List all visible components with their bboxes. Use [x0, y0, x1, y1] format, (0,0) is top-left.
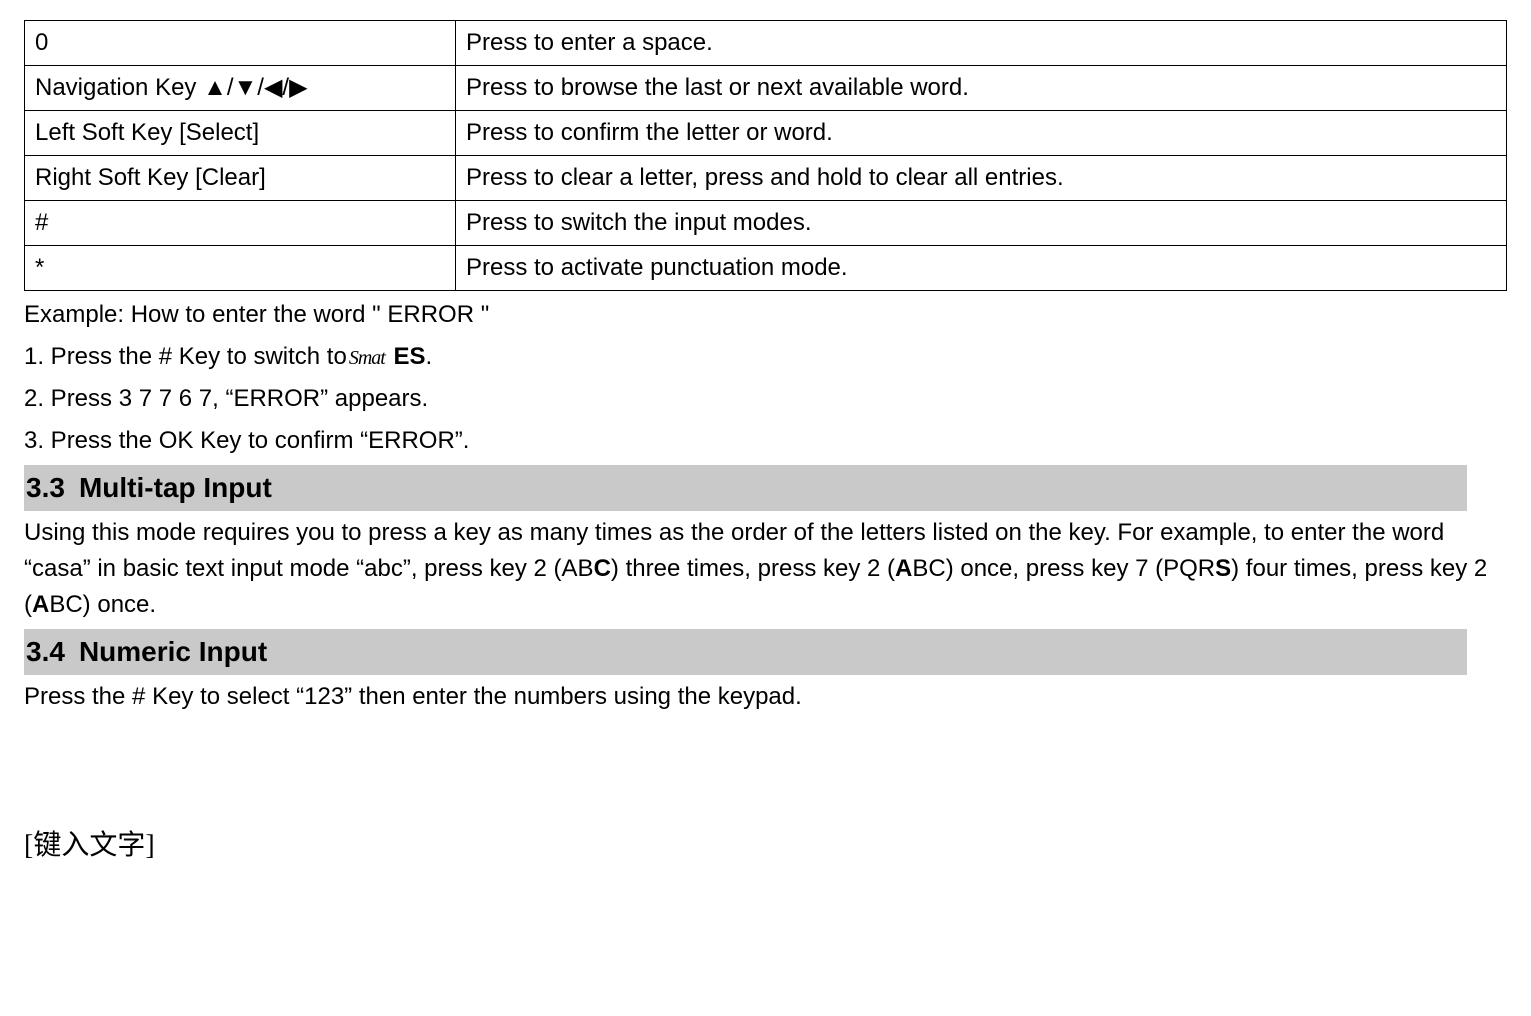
key-function-table: 0 Press to enter a space. Navigation Key…: [24, 20, 1507, 291]
section-34-body: Press the # Key to select “123” then ent…: [24, 679, 1507, 715]
key-cell: Right Soft Key [Clear]: [25, 156, 456, 201]
desc-cell: Press to switch the input modes.: [456, 201, 1507, 246]
desc-cell: Press to activate punctuation mode.: [456, 246, 1507, 291]
desc-cell: Press to enter a space.: [456, 21, 1507, 66]
step1-text-b: ES: [387, 343, 426, 370]
section-heading-numeric: 3.4 Numeric Input: [24, 629, 1467, 675]
desc-cell: Press to browse the last or next availab…: [456, 66, 1507, 111]
key-cell: 0: [25, 21, 456, 66]
body-text: BC) once, press key 7 (PQR: [912, 555, 1215, 582]
section-33-body: Using this mode requires you to press a …: [24, 515, 1507, 623]
table-row: * Press to activate punctuation mode.: [25, 246, 1507, 291]
body-bold: C: [594, 555, 611, 582]
section-number: 3.3: [26, 467, 65, 509]
section-number: 3.4: [26, 631, 65, 673]
table-row: 0 Press to enter a space.: [25, 21, 1507, 66]
example-step-3: 3. Press the OK Key to confirm “ERROR”.: [24, 423, 1507, 459]
step1-text-c: .: [426, 343, 433, 370]
footer-placeholder: [键入文字]: [24, 825, 1507, 867]
key-cell: #: [25, 201, 456, 246]
example-step-2: 2. Press 3 7 7 6 7, “ERROR” appears.: [24, 381, 1507, 417]
key-cell: Left Soft Key [Select]: [25, 111, 456, 156]
section-heading-multitap: 3.3 Multi-tap Input: [24, 465, 1467, 511]
table-row: Right Soft Key [Clear] Press to clear a …: [25, 156, 1507, 201]
smart-input-icon: Smat: [347, 347, 387, 369]
example-intro: Example: How to enter the word " ERROR ": [24, 297, 1507, 333]
table-row: # Press to switch the input modes.: [25, 201, 1507, 246]
body-bold: A: [32, 591, 49, 618]
body-text: ) three times, press key 2 (: [611, 555, 895, 582]
body-text: BC) once.: [49, 591, 156, 618]
desc-cell: Press to clear a letter, press and hold …: [456, 156, 1507, 201]
body-bold: A: [895, 555, 912, 582]
example-step-1: 1. Press the # Key to switch toSmat ES.: [24, 339, 1507, 375]
key-cell: Navigation Key ▲/▼/◀/▶: [25, 66, 456, 111]
desc-cell: Press to confirm the letter or word.: [456, 111, 1507, 156]
table-row: Left Soft Key [Select] Press to confirm …: [25, 111, 1507, 156]
table-row: Navigation Key ▲/▼/◀/▶ Press to browse t…: [25, 66, 1507, 111]
section-title: Numeric Input: [79, 636, 267, 667]
section-title: Multi-tap Input: [79, 472, 272, 503]
key-cell: *: [25, 246, 456, 291]
body-bold: S: [1215, 555, 1231, 582]
step1-text-a: 1. Press the # Key to switch to: [24, 343, 347, 370]
